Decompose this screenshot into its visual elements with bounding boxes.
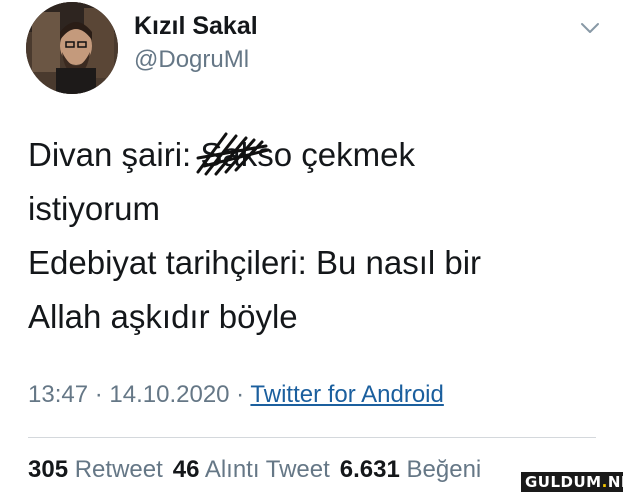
watermark-text: GULDUM (525, 473, 602, 491)
user-avatar-photo-icon (26, 2, 118, 94)
user-handle[interactable]: @DogruMl (134, 46, 249, 74)
retweets-label: Retweet (74, 456, 163, 483)
quotes-count: 46 (172, 456, 200, 483)
tweet-line: istiyorum (28, 190, 161, 227)
quotes-label: Alıntı Tweet (204, 456, 330, 483)
tweet-line-before: Divan şairi: (28, 136, 201, 173)
site-watermark: GULDUM.NET (521, 472, 623, 492)
censored-word-text: Sakso (200, 136, 293, 173)
likes-stat[interactable]: 6.631 Beğeni (340, 456, 481, 483)
likes-count: 6.631 (339, 456, 400, 483)
display-name[interactable]: Kızıl Sakal (134, 12, 258, 41)
tweet-line-after: çekmek (292, 136, 415, 173)
quotes-stat[interactable]: 46 Alıntı Tweet (173, 456, 330, 483)
tweet-menu-button[interactable] (578, 18, 602, 38)
tweet-date[interactable]: 14.10.2020 (109, 381, 229, 408)
tweet-stats: 305 Retweet 46 Alıntı Tweet 6.631 Beğeni (28, 456, 491, 484)
retweets-count: 305 (28, 456, 69, 483)
tweet-source-link[interactable]: Twitter for Android (250, 381, 443, 408)
tweet-time[interactable]: 13:47 (28, 381, 88, 408)
likes-label: Beğeni (406, 456, 482, 483)
tweet-line: Edebiyat tarihçileri: Bu nasıl bir (28, 244, 482, 281)
tweet-meta: 13:47 · 14.10.2020 · Twitter for Android (28, 381, 444, 409)
watermark-tld: NET (607, 473, 623, 491)
tweet-line: Allah aşkıdır böyle (28, 298, 298, 335)
meta-separator: · (229, 381, 251, 408)
censored-word: Sakso (196, 128, 293, 182)
retweets-stat[interactable]: 305 Retweet (28, 456, 163, 483)
divider (28, 437, 596, 438)
chevron-down-icon (581, 23, 599, 33)
user-avatar[interactable] (26, 2, 118, 94)
meta-separator: · (88, 381, 110, 408)
tweet-line: Divan şairi: Sakso çekmek (28, 128, 608, 182)
tweet-text: Divan şairi: Sakso çekmek istiyorum Edeb… (28, 128, 608, 344)
